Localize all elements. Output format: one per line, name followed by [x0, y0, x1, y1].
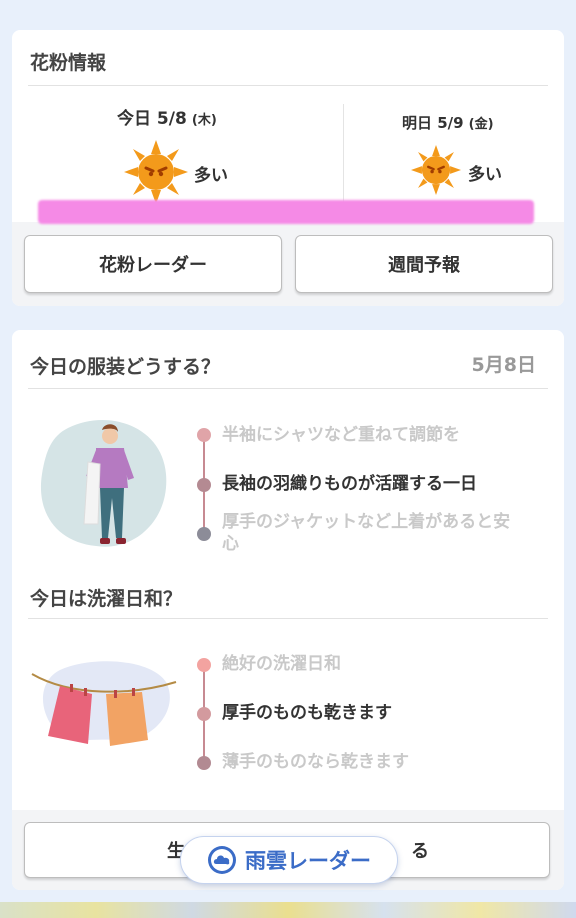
- highlight-band: [38, 200, 534, 224]
- tomorrow-level: 多い: [468, 165, 502, 185]
- weekly-forecast-button[interactable]: 週間予報: [295, 235, 553, 293]
- clothing-scale-dot: [197, 478, 211, 492]
- clothing-person-illustration: [40, 419, 167, 547]
- tomorrow-date-label: 明日 5/9: [402, 114, 464, 132]
- bottom-image-strip: [0, 902, 576, 918]
- lifestyle-button-label-right: る: [411, 841, 429, 862]
- laundry-scale-dot: [197, 707, 211, 721]
- laundry-scale-dot: [197, 756, 211, 770]
- today-level: 多い: [194, 166, 228, 186]
- rain-radar-button[interactable]: 雨雲レーダー: [180, 836, 398, 884]
- laundry-level-1: 絶好の洗濯日和: [222, 654, 341, 674]
- pollen-title: 花粉情報: [30, 52, 107, 74]
- divider: [28, 85, 548, 86]
- cloud-icon: [208, 846, 236, 874]
- sun-pollen-icon: [124, 140, 188, 204]
- clothing-scale-dot: [197, 527, 211, 541]
- pollen-card: 花粉情報 今日 5/8 (木) 多い 明日 5/9 (金) 多い 花粉レーダー …: [12, 30, 564, 306]
- clothing-level-1: 半袖にシャツなど重ねて調節を: [222, 425, 460, 445]
- laundry-level-3: 薄手のものなら乾きます: [222, 752, 409, 772]
- laundry-scale-dot: [197, 658, 211, 672]
- laundry-illustration: [31, 661, 177, 746]
- pollen-radar-button[interactable]: 花粉レーダー: [24, 235, 282, 293]
- rain-radar-label: 雨雲レーダー: [245, 849, 371, 873]
- tomorrow-date: 明日 5/9 (金): [402, 112, 494, 133]
- clothing-title: 今日の服装どうする？: [30, 356, 221, 378]
- pollen-button-area: 花粉レーダー 週間予報: [12, 222, 564, 306]
- divider: [28, 388, 548, 389]
- clothing-level-3-cont: 心: [222, 534, 239, 554]
- divider: [28, 618, 548, 619]
- laundry-title: 今日は洗濯日和？: [30, 588, 183, 610]
- clothing-card: 今日の服装どうする？ 5月8日 半袖にシャツなど重ねて調節を 長袖の羽織りものが…: [12, 330, 564, 890]
- clothing-date: 5月8日: [471, 354, 536, 376]
- clothing-level-2: 長袖の羽織りものが活躍する一日: [222, 474, 477, 494]
- today-date-label: 今日 5/8: [117, 109, 187, 129]
- sun-pollen-icon: [411, 145, 461, 195]
- tomorrow-weekday: (金): [468, 117, 494, 132]
- clothing-level-3: 厚手のジャケットなど上着があると安: [222, 512, 511, 532]
- clothing-scale-dot: [197, 428, 211, 442]
- laundry-level-2: 厚手のものも乾きます: [222, 703, 392, 723]
- today-weekday: (木): [191, 113, 217, 128]
- today-date: 今日 5/8 (木): [117, 104, 217, 129]
